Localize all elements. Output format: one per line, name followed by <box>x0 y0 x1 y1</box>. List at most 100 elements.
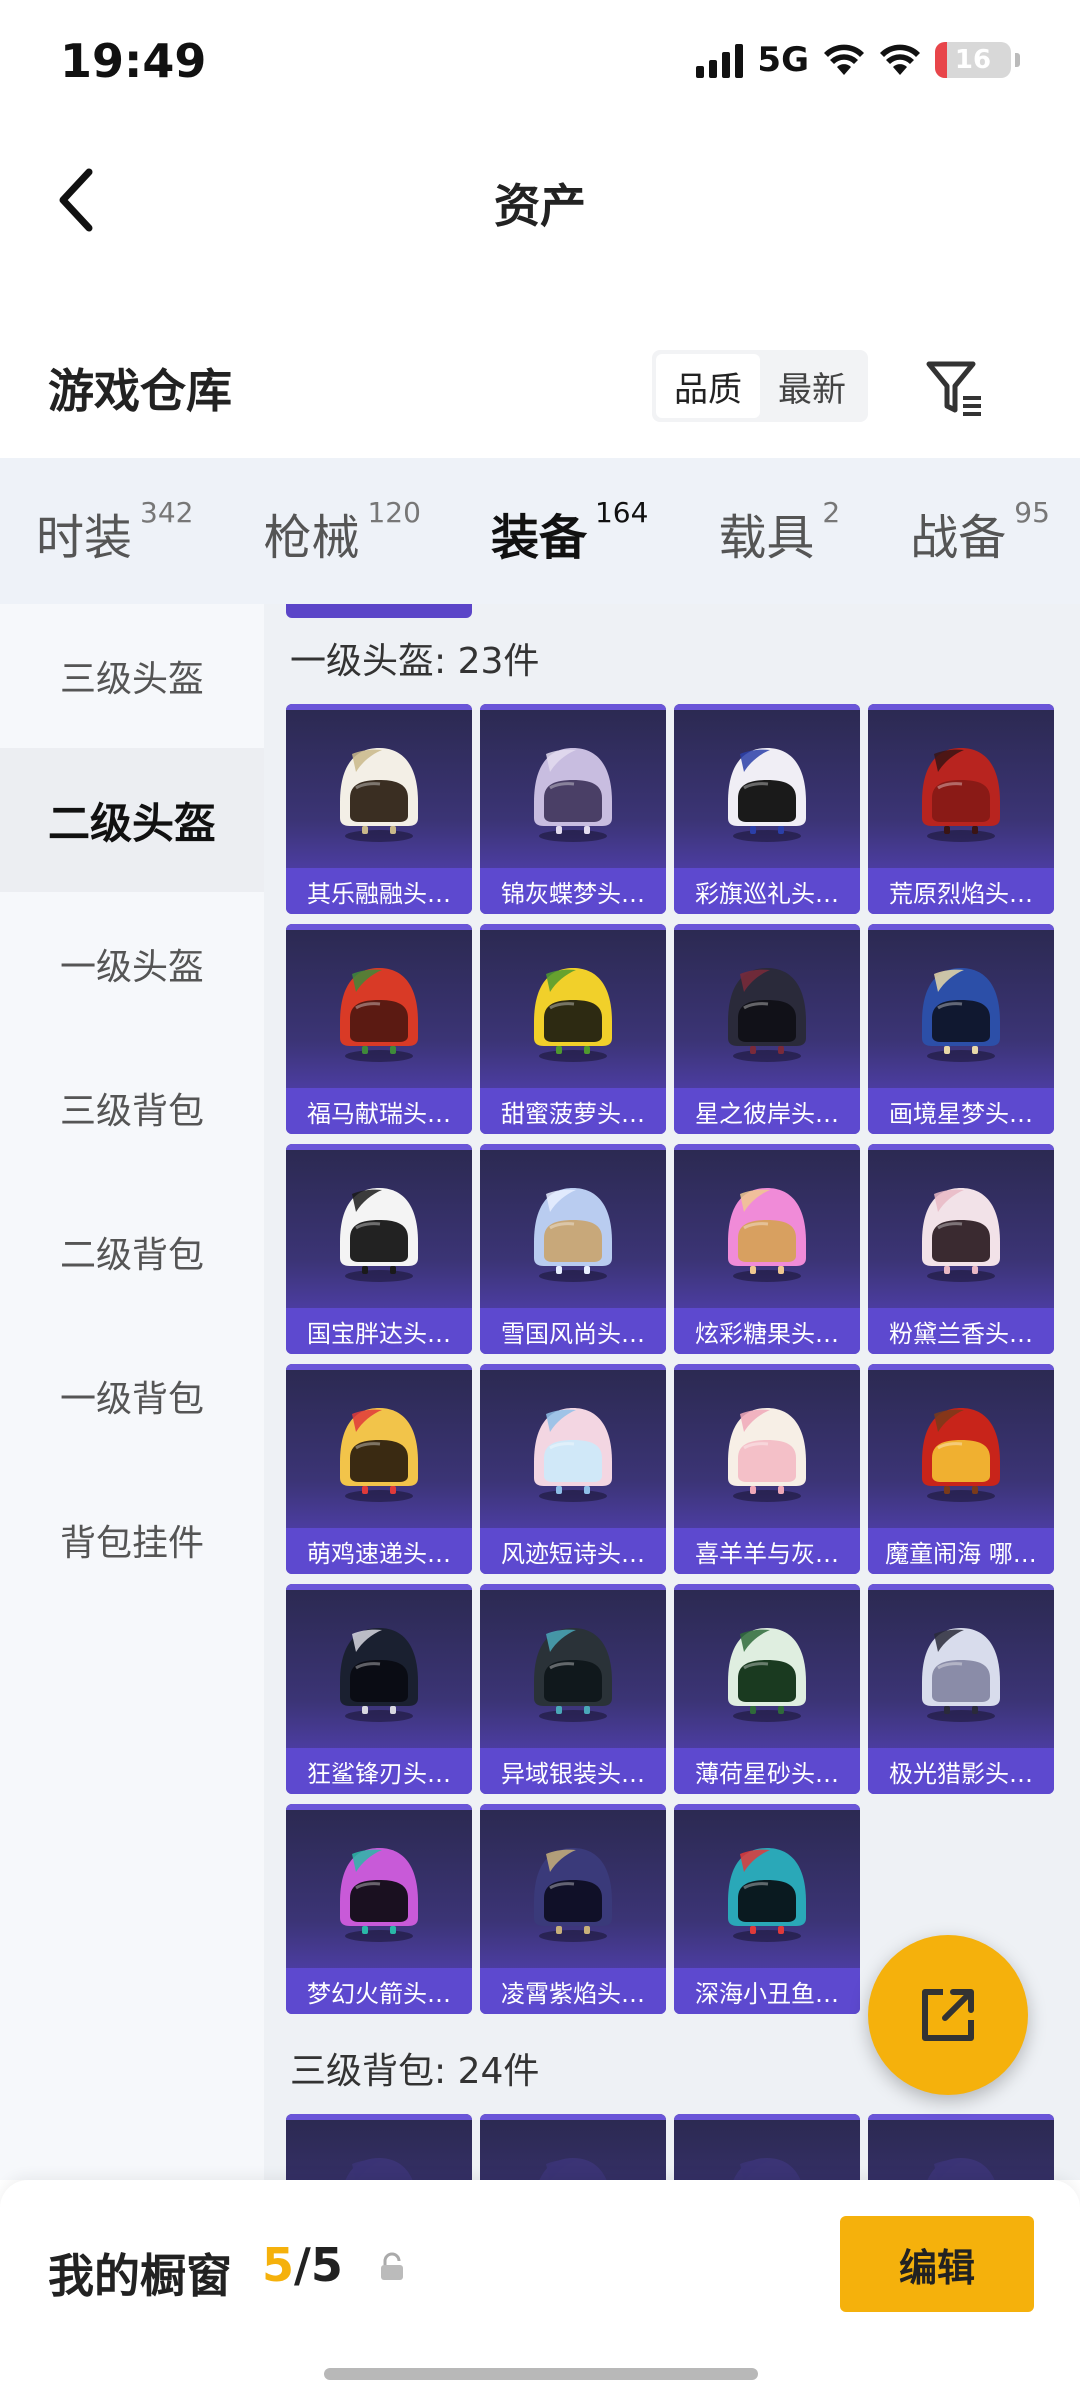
section-title: 三级背包: 24件 <box>290 2051 540 2092</box>
item-card[interactable]: 星之彼岸头… <box>674 924 860 1134</box>
helmet-icon <box>340 1628 418 1722</box>
item-name: 彩旗巡礼头… <box>674 868 860 914</box>
sidebar-item[interactable]: 一级背包 <box>0 1324 264 1468</box>
item-card[interactable]: 狂鲨锋刃头… <box>286 1584 472 1794</box>
item-card[interactable]: 福马献瑞头… <box>286 924 472 1134</box>
filter-button[interactable] <box>915 350 995 430</box>
wifi-icon-secondary <box>880 44 920 75</box>
item-name: 国宝胖达头… <box>286 1308 472 1354</box>
helmet-icon <box>922 1188 1000 1282</box>
tab-count: 342 <box>140 496 194 529</box>
sort-option-latest[interactable]: 最新 <box>760 354 864 418</box>
item-card[interactable]: 风迹短诗头… <box>480 1364 666 1574</box>
item-card[interactable] <box>868 2114 1054 2180</box>
item-card[interactable] <box>674 2114 860 2180</box>
item-name: 薄荷星砂头… <box>674 1748 860 1794</box>
helmet-icon <box>539 2158 607 2180</box>
showcase-label: 我的橱窗 <box>48 2249 232 2303</box>
item-card[interactable]: 彩旗巡礼头… <box>674 704 860 914</box>
item-card[interactable]: 锦灰蝶梦头… <box>480 704 666 914</box>
item-card[interactable]: 萌鸡速递头… <box>286 1364 472 1574</box>
helmet-icon <box>728 1848 806 1942</box>
item-card[interactable]: 薄荷星砂头… <box>674 1584 860 1794</box>
sidebar-item[interactable]: 二级背包 <box>0 1180 264 1324</box>
item-name: 魔童闹海 哪… <box>868 1528 1054 1574</box>
battery-icon: 16 <box>935 42 1011 78</box>
item-name: 画境星梦头… <box>868 1088 1054 1134</box>
helmet-icon <box>534 1188 612 1282</box>
sort-toggle: 品质 最新 <box>652 350 868 422</box>
item-card[interactable]: 凌霄紫焰头… <box>480 1804 666 2014</box>
sidebar-item[interactable]: 三级背包 <box>0 1036 264 1180</box>
helmet-icon <box>340 748 418 842</box>
filter-icon <box>926 361 981 416</box>
item-grid <box>286 2114 1054 2180</box>
tab-3[interactable]: 载具 2 <box>718 496 841 568</box>
status-icons: 5G 16 <box>696 40 1020 80</box>
item-card[interactable]: 粉黛兰香头… <box>868 1144 1054 1354</box>
item-card[interactable]: 喜羊羊与灰… <box>674 1364 860 1574</box>
tab-4[interactable]: 战备 95 <box>910 496 1050 568</box>
battery-level: 16 <box>954 45 992 75</box>
tab-2[interactable]: 装备 164 <box>491 496 649 618</box>
cellular-signal-icon <box>696 42 744 78</box>
helmet-icon <box>728 1628 806 1722</box>
sidebar-item[interactable]: 三级头盔 <box>0 604 264 748</box>
item-card[interactable] <box>286 2114 472 2180</box>
item-name: 狂鲨锋刃头… <box>286 1748 472 1794</box>
wifi-icon <box>824 44 864 75</box>
item-card[interactable]: 异域银装头… <box>480 1584 666 1794</box>
sidebar-item[interactable]: 背包挂件 <box>0 1468 264 1612</box>
previous-card-edge <box>286 604 472 618</box>
helmet-icon <box>728 1408 806 1502</box>
item-card[interactable]: 甜蜜菠萝头… <box>480 924 666 1134</box>
helmet-icon <box>728 1188 806 1282</box>
item-card[interactable]: 雪国风尚头… <box>480 1144 666 1354</box>
item-card[interactable]: 深海小丑鱼… <box>674 1804 860 2014</box>
item-name: 锦灰蝶梦头… <box>480 868 666 914</box>
tab-count: 2 <box>822 496 841 529</box>
tab-label: 载具 <box>718 510 815 566</box>
page-title: 资产 <box>494 179 586 233</box>
item-name: 雪国风尚头… <box>480 1308 666 1354</box>
tab-label: 枪械 <box>263 510 360 566</box>
item-card[interactable]: 炫彩糖果头… <box>674 1144 860 1354</box>
item-name: 喜羊羊与灰… <box>674 1528 860 1574</box>
battery-fill <box>935 42 948 78</box>
item-name: 甜蜜菠萝头… <box>480 1088 666 1134</box>
helmet-icon <box>534 748 612 842</box>
sidebar-item[interactable]: 一级头盔 <box>0 892 264 1036</box>
section-title: 一级头盔: 23件 <box>290 641 540 682</box>
status-bar: 19:49 5G 16 <box>0 0 1080 130</box>
item-card[interactable]: 其乐融融头… <box>286 704 472 914</box>
edit-button[interactable]: 编辑 <box>840 2216 1034 2312</box>
item-name: 风迹短诗头… <box>480 1528 666 1574</box>
item-card[interactable]: 极光猎影头… <box>868 1584 1054 1794</box>
helmet-icon <box>534 968 612 1062</box>
tab-count: 164 <box>594 496 649 529</box>
item-card[interactable]: 画境星梦头… <box>868 924 1054 1134</box>
tab-0[interactable]: 时装 342 <box>36 496 194 568</box>
helmet-icon <box>728 968 806 1062</box>
item-card[interactable]: 魔童闹海 哪… <box>868 1364 1054 1574</box>
helmet-icon <box>534 1628 612 1722</box>
sidebar-item[interactable]: 二级头盔 <box>0 748 264 892</box>
helmet-icon <box>922 1628 1000 1722</box>
helmet-icon <box>927 2158 995 2180</box>
lock-icon <box>381 2252 403 2280</box>
nav-header: 资产 <box>0 130 1080 270</box>
item-name: 其乐融融头… <box>286 868 472 914</box>
item-card[interactable]: 荒原烈焰头… <box>868 704 1054 914</box>
tab-label: 战备 <box>910 510 1007 566</box>
helmet-icon <box>340 1188 418 1282</box>
helmet-icon <box>345 2158 413 2180</box>
home-indicator[interactable] <box>324 2368 758 2380</box>
item-card[interactable]: 梦幻火箭头… <box>286 1804 472 2014</box>
tab-1[interactable]: 枪械 120 <box>263 496 420 568</box>
sort-option-quality[interactable]: 品质 <box>656 354 760 418</box>
helmet-icon <box>733 2158 801 2180</box>
share-button[interactable] <box>868 1935 1028 2095</box>
helmet-icon <box>340 968 418 1062</box>
item-card[interactable] <box>480 2114 666 2180</box>
item-card[interactable]: 国宝胖达头… <box>286 1144 472 1354</box>
